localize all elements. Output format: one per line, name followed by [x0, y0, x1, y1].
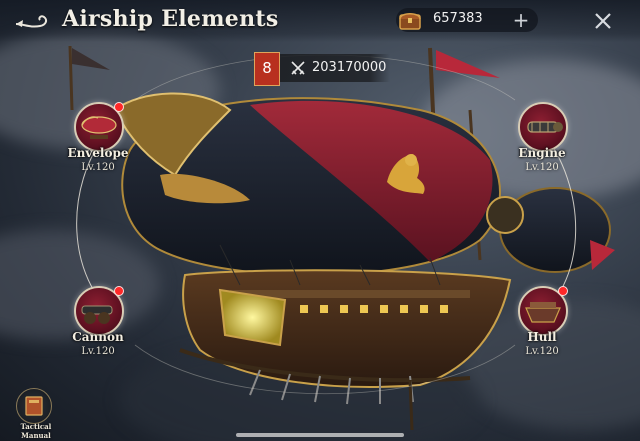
element-level: Lv.120: [525, 162, 559, 173]
home-indicator[interactable]: [236, 433, 404, 437]
tactical-manual-button[interactable]: Tactical Manual: [6, 388, 66, 440]
add-currency-button[interactable]: +: [510, 9, 532, 31]
element-cannon[interactable]: Cannon Lv.120: [48, 286, 148, 366]
treasure-chest-icon: [399, 13, 421, 30]
power-value: 203170000: [312, 60, 387, 75]
element-disc: [518, 102, 568, 152]
tactical-manual-label: Tactical Manual: [20, 422, 52, 440]
element-envelope[interactable]: Envelope Lv.120: [48, 102, 148, 182]
element-level: Lv.120: [81, 346, 115, 357]
alert-dot: [558, 286, 568, 296]
level-badge: 8: [254, 52, 280, 86]
power-panel: 8 203170000: [254, 52, 390, 86]
airship-scene: Airship Elements 657383 + 8 203170000 En…: [0, 0, 640, 441]
back-button[interactable]: [14, 10, 50, 32]
element-level: Lv.120: [81, 162, 115, 173]
page-title: Airship Elements: [62, 6, 279, 32]
book-icon: [25, 396, 43, 416]
element-name: Cannon: [72, 330, 124, 344]
element-level: Lv.120: [525, 346, 559, 357]
plus-icon: +: [512, 8, 530, 32]
crossed-swords-icon: [291, 61, 305, 75]
header-bar: Airship Elements 657383 +: [0, 0, 640, 42]
currency-counter: 657383 +: [396, 8, 538, 32]
manual-icon-frame: [16, 388, 52, 424]
curled-arrow-back-icon: [15, 15, 48, 28]
element-hull[interactable]: Hull Lv.120: [492, 286, 592, 366]
engine-cylinder-icon: [527, 121, 563, 133]
element-name: Engine: [518, 146, 566, 160]
currency-value: 657383: [433, 11, 483, 26]
alert-dot: [114, 102, 124, 112]
close-button[interactable]: [592, 10, 614, 32]
element-name: Envelope: [67, 146, 129, 160]
close-icon: [595, 13, 611, 29]
alert-dot: [114, 286, 124, 296]
element-name: Hull: [527, 330, 557, 344]
element-engine[interactable]: Engine Lv.120: [492, 102, 592, 182]
